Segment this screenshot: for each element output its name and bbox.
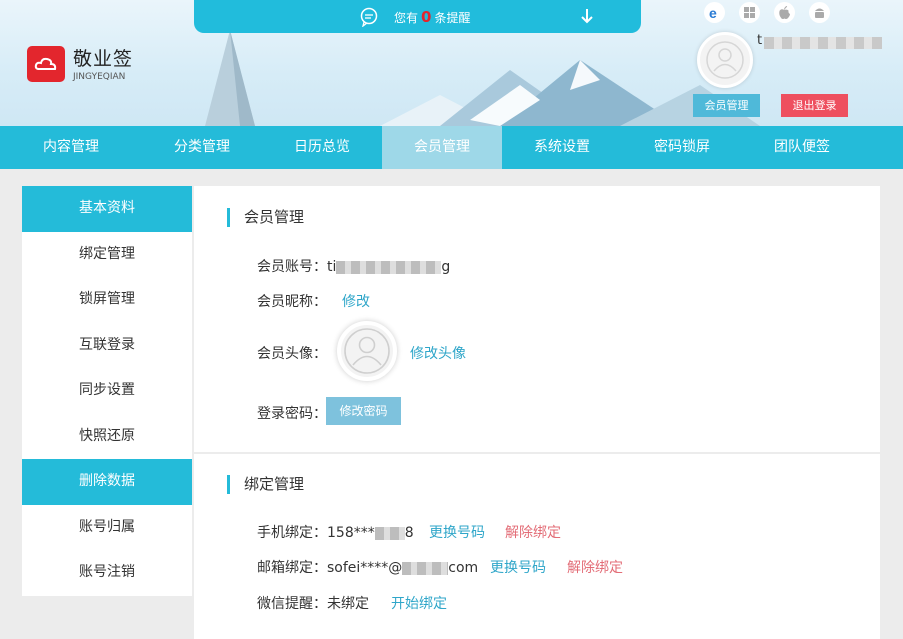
sidebar-item-account-cancel[interactable]: 账号注销	[22, 550, 192, 596]
logout-button[interactable]: 退出登录	[781, 94, 848, 117]
logo-title: 敬业签	[73, 48, 134, 70]
wechat-status: 未绑定	[327, 596, 369, 612]
user-name-initial: t	[757, 33, 763, 48]
logo[interactable]	[27, 46, 65, 82]
notification-bar[interactable]: 您有 0 条提醒	[194, 0, 641, 33]
email-prefix: sofei****@	[327, 560, 403, 576]
phone-label: 手机绑定：	[257, 525, 327, 541]
windows-icon[interactable]	[739, 2, 760, 23]
change-password-button[interactable]: 修改密码	[326, 397, 401, 425]
svg-text:e: e	[709, 5, 717, 20]
notification-suffix: 条提醒	[434, 11, 471, 25]
binding-section-title: 绑定管理	[227, 475, 304, 494]
cloud-icon	[34, 57, 57, 70]
notification-prefix: 您有	[394, 11, 419, 25]
logo-text: 敬业签 JINGYEQIAN	[73, 44, 133, 82]
user-icon	[706, 41, 744, 79]
sidebar-item-sync[interactable]: 同步设置	[22, 368, 192, 414]
account-label: 会员账号：	[257, 259, 327, 275]
unbind-phone-link[interactable]: 解除绑定	[505, 522, 561, 542]
chat-bubble-icon	[360, 7, 378, 27]
header-avatar[interactable]	[697, 32, 753, 88]
arrow-down-icon[interactable]	[579, 6, 595, 26]
phone-blurred	[374, 526, 405, 540]
member-section-title: 会员管理	[227, 208, 304, 227]
sidebar-item-basic-info[interactable]: 基本资料	[22, 186, 192, 232]
nav-category[interactable]: 分类管理	[142, 126, 262, 169]
member-management-button[interactable]: 会员管理	[693, 94, 760, 117]
member-avatar[interactable]	[337, 321, 397, 381]
phone-suffix: 8	[404, 525, 414, 541]
nav-content[interactable]: 内容管理	[0, 126, 142, 169]
notification-text: 您有 0 条提醒	[394, 8, 470, 26]
edit-avatar-link[interactable]: 修改头像	[410, 343, 466, 363]
start-wechat-binding-link[interactable]: 开始绑定	[391, 593, 447, 613]
user-name-blurred	[764, 37, 882, 49]
section-divider	[194, 452, 880, 454]
email-row: 邮箱绑定：sofei****@ com	[257, 557, 478, 577]
user-icon	[344, 328, 390, 374]
nav-calendar[interactable]: 日历总览	[262, 126, 382, 169]
sidebar-item-account-ownership[interactable]: 账号归属	[22, 505, 192, 551]
sidebar-item-lock-screen[interactable]: 锁屏管理	[22, 277, 192, 323]
sidebar-item-snapshot[interactable]: 快照还原	[22, 414, 192, 460]
sidebar-item-binding[interactable]: 绑定管理	[22, 232, 192, 278]
email-blurred	[402, 561, 449, 575]
email-suffix: com	[448, 560, 479, 576]
account-row: 会员账号：ti g	[257, 256, 450, 276]
phone-row: 手机绑定：158*** 8	[257, 522, 414, 542]
sidebar-item-connected-login[interactable]: 互联登录	[22, 323, 192, 369]
account-suffix: g	[441, 259, 451, 275]
sidebar-item-delete-data[interactable]: 删除数据	[22, 459, 192, 505]
avatar-label: 会员头像：	[257, 346, 327, 362]
unbind-email-link[interactable]: 解除绑定	[567, 557, 623, 577]
notification-count: 0	[421, 8, 432, 26]
apple-icon[interactable]	[774, 2, 795, 23]
nav-password-lock[interactable]: 密码锁屏	[622, 126, 742, 169]
change-phone-link[interactable]: 更换号码	[429, 522, 485, 542]
email-label: 邮箱绑定：	[257, 560, 327, 576]
nav-settings[interactable]: 系统设置	[502, 126, 622, 169]
nav-member[interactable]: 会员管理	[382, 126, 502, 169]
wechat-label: 微信提醒：	[257, 596, 327, 612]
ie-icon[interactable]: e	[704, 2, 725, 23]
nav-team-notes[interactable]: 团队便签	[742, 126, 862, 169]
phone-prefix: 158***	[327, 525, 375, 541]
sidebar: 基本资料 绑定管理 锁屏管理 互联登录 同步设置 快照还原 删除数据 账号归属 …	[22, 186, 192, 596]
main-panel: 会员管理 会员账号：ti g 会员昵称： 修改 会员头像： 修改头像 登录密码： …	[194, 186, 880, 639]
account-blurred	[336, 260, 442, 274]
android-icon[interactable]	[809, 2, 830, 23]
wechat-row: 微信提醒：未绑定	[257, 593, 369, 613]
nickname-label: 会员昵称：	[257, 294, 327, 310]
change-email-link[interactable]: 更换号码	[490, 557, 546, 577]
account-prefix: ti	[327, 259, 337, 275]
logo-subtitle: JINGYEQIAN	[73, 72, 126, 82]
password-label: 登录密码：	[257, 406, 327, 422]
main-nav: 内容管理 分类管理 日历总览 会员管理 系统设置 密码锁屏 团队便签	[0, 126, 903, 169]
header: 敬业签 JINGYEQIAN 您有 0 条提醒 e t 会员管理 退出登录	[0, 0, 903, 126]
platform-icons: e	[704, 2, 830, 23]
edit-nickname-link[interactable]: 修改	[342, 291, 370, 311]
